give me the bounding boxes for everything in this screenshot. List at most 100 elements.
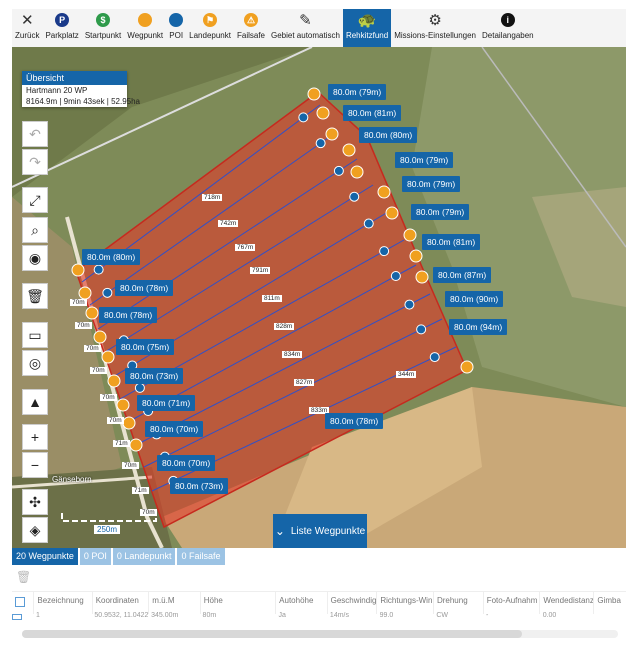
waypoint-marker[interactable] xyxy=(377,185,391,199)
satellite-map[interactable] xyxy=(12,47,626,548)
delete-button[interactable]: 🗑 xyxy=(22,283,48,309)
column-header[interactable]: Koordinaten xyxy=(91,592,149,614)
waypoint-marker[interactable] xyxy=(78,286,92,300)
add-waypoint-marker[interactable] xyxy=(379,246,390,257)
search-button[interactable]: ⌕ xyxy=(22,217,48,243)
locate-button[interactable]: ◎ xyxy=(22,350,48,376)
waypoint-marker[interactable] xyxy=(316,106,330,120)
waypoint-marker[interactable] xyxy=(129,438,143,452)
zoom-in-button[interactable]: + xyxy=(22,424,48,450)
waypoint-marker[interactable] xyxy=(325,127,339,141)
waypoint-marker[interactable] xyxy=(71,263,85,277)
add-waypoint-marker[interactable] xyxy=(404,299,415,310)
waypoint-altitude-label[interactable]: 80.0m (80m) xyxy=(359,127,418,143)
tab-3[interactable]: 0 Failsafe xyxy=(177,548,225,565)
waypoint-altitude-label[interactable]: 80.0m (73m) xyxy=(170,478,229,494)
waypoint-altitude-label[interactable]: 80.0m (79m) xyxy=(402,176,461,192)
waypoint-marker[interactable] xyxy=(307,87,321,101)
select-all-checkbox[interactable] xyxy=(15,597,25,607)
waypoint-marker[interactable] xyxy=(122,416,136,430)
undo-button[interactable]: ↶ xyxy=(22,121,48,147)
waypoint-marker[interactable] xyxy=(101,350,115,364)
waypoint-marker[interactable] xyxy=(342,143,356,157)
waypoint-altitude-label[interactable]: 80.0m (71m) xyxy=(137,395,196,411)
waypoint-marker[interactable] xyxy=(85,306,99,320)
toolbar-back-button[interactable]: ✕ Zurück xyxy=(12,9,42,47)
column-header[interactable]: Gimba xyxy=(593,592,626,614)
add-waypoint-marker[interactable] xyxy=(363,218,374,229)
waypoint-altitude-label[interactable]: 80.0m (78m) xyxy=(115,280,174,296)
toolbar-auto-button[interactable]: ✎ Gebiet automatisch xyxy=(268,9,343,47)
waypoint-marker[interactable] xyxy=(93,330,107,344)
drone-button[interactable]: ✣ xyxy=(22,489,48,515)
waypoint-altitude-label[interactable]: 80.0m (81m) xyxy=(343,105,402,121)
column-header[interactable]: Autohöhe xyxy=(275,592,326,614)
toolbar-fawn-button[interactable]: 🐢 Rehkitzfund xyxy=(342,9,392,47)
toolbar-start-button[interactable]: $ Startpunkt xyxy=(82,9,124,47)
column-header[interactable]: Bezeichnung xyxy=(33,592,91,614)
waypoint-marker[interactable] xyxy=(415,270,429,284)
add-waypoint-marker[interactable] xyxy=(134,382,145,393)
toolbar-parking-button[interactable]: P Parkplatz xyxy=(42,9,81,47)
redo-button[interactable]: ↷ xyxy=(22,149,48,175)
add-waypoint-marker[interactable] xyxy=(429,352,440,363)
waypoint-altitude-label[interactable]: 80.0m (78m) xyxy=(99,307,158,323)
fit-bounds-button[interactable]: ⤢ xyxy=(22,187,48,213)
horizontal-scrollbar[interactable] xyxy=(22,630,618,638)
toolbar-poi-button[interactable]: POI xyxy=(166,9,186,47)
column-header[interactable]: Höhe xyxy=(199,592,275,614)
tab-2[interactable]: 0 Landepunkt xyxy=(112,548,176,565)
waypoint-altitude-label[interactable]: 80.0m (87m) xyxy=(433,267,492,283)
add-waypoint-marker[interactable] xyxy=(102,287,113,298)
toolbar-waypoint-button[interactable]: Wegpunkt xyxy=(124,9,166,47)
tab-0[interactable]: 20 Wegpunkte xyxy=(12,548,78,565)
waypoint-marker[interactable] xyxy=(403,228,417,242)
waypoint-altitude-label[interactable]: 80.0m (79m) xyxy=(328,84,387,100)
toolbar-details-button[interactable]: i Detailangaben xyxy=(479,9,537,47)
waypoint-altitude-label[interactable]: 80.0m (90m) xyxy=(445,291,504,307)
waypoint-altitude-label[interactable]: 80.0m (79m) xyxy=(411,204,470,220)
toolbar-landing-button[interactable]: ⚑ Landepunkt xyxy=(186,9,234,47)
add-waypoint-marker[interactable] xyxy=(315,138,326,149)
waypoint-altitude-label[interactable]: 80.0m (75m) xyxy=(116,339,175,355)
visibility-button[interactable]: ◉ xyxy=(22,245,48,271)
add-waypoint-marker[interactable] xyxy=(93,264,104,275)
add-waypoint-marker[interactable] xyxy=(416,324,427,335)
toolbar-failsafe-button[interactable]: ⚠ Failsafe xyxy=(234,9,268,47)
trash-icon[interactable]: 🗑 xyxy=(16,570,31,584)
waypoint-altitude-label[interactable]: 80.0m (94m) xyxy=(449,319,508,335)
measure-button[interactable]: ▭ xyxy=(22,322,48,348)
column-header[interactable]: Drehung xyxy=(432,592,483,614)
navigation-button[interactable]: ▲ xyxy=(22,389,48,415)
waypoint-altitude-label[interactable]: 80.0m (73m) xyxy=(125,368,184,384)
scrollbar-thumb[interactable] xyxy=(22,630,522,638)
column-header[interactable]: Wendedistanz xyxy=(539,592,593,614)
waypoint-altitude-label[interactable]: 80.0m (80m) xyxy=(82,249,141,265)
waypoint-marker[interactable] xyxy=(409,249,423,263)
waypoint-marker[interactable] xyxy=(460,360,474,374)
add-waypoint-marker[interactable] xyxy=(333,165,344,176)
table-row[interactable]: 1 50.9532, 11.0422 345.00m 80m Ja 14m/s 99.0 CW… xyxy=(12,612,626,621)
add-waypoint-marker[interactable] xyxy=(349,191,360,202)
column-header[interactable]: m.ü.M xyxy=(148,592,199,614)
zoom-out-button[interactable]: − xyxy=(22,452,48,478)
waypoint-altitude-label[interactable]: 80.0m (70m) xyxy=(157,455,216,471)
column-header[interactable]: Geschwindigk xyxy=(326,592,376,614)
map-view[interactable]: 718m 742m 767m 791m 811m 828m 834m 827m 833m 344m… xyxy=(12,47,626,548)
waypoint-marker[interactable] xyxy=(350,165,364,179)
waypoint-altitude-label[interactable]: 80.0m (79m) xyxy=(395,152,454,168)
column-header[interactable]: Richtungs-Win xyxy=(376,592,433,614)
tab-1[interactable]: 0 POI xyxy=(79,548,111,565)
waypoint-marker[interactable] xyxy=(116,398,130,412)
waypoint-altitude-label[interactable]: 80.0m (81m) xyxy=(422,234,481,250)
waypoint-altitude-label[interactable]: 80.0m (78m) xyxy=(325,413,384,429)
column-header[interactable]: Foto-Aufnahm xyxy=(482,592,540,614)
layers-button[interactable]: ◈ xyxy=(22,517,48,543)
row-checkbox[interactable] xyxy=(12,614,22,620)
waypoint-list-button[interactable]: ⌄ Liste Wegpunkte xyxy=(273,514,367,548)
waypoint-altitude-label[interactable]: 80.0m (70m) xyxy=(145,421,204,437)
waypoint-marker[interactable] xyxy=(385,206,399,220)
toolbar-missions-button[interactable]: ⚙ Missions-Einstellungen xyxy=(391,9,479,47)
add-waypoint-marker[interactable] xyxy=(390,270,401,281)
add-waypoint-marker[interactable] xyxy=(298,112,309,123)
